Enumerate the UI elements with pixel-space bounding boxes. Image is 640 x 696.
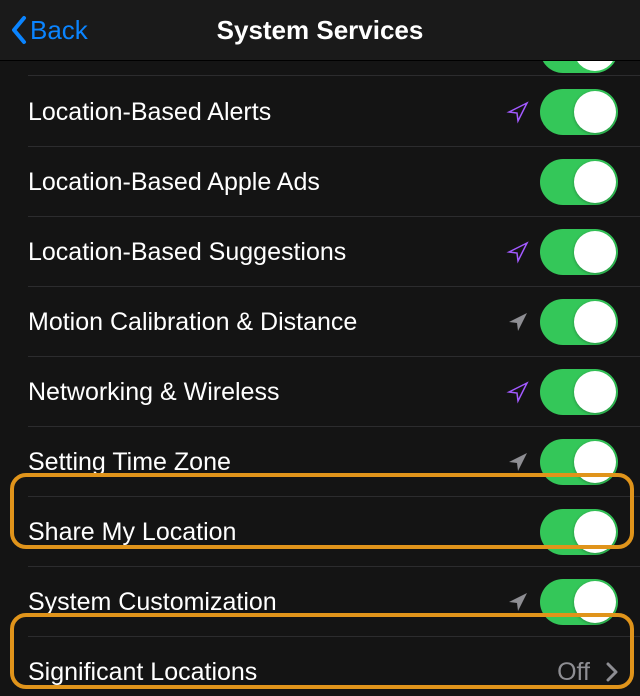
row-label: System Customization <box>28 588 506 617</box>
location-arrow-icon <box>506 380 530 404</box>
row-label: Significant Locations <box>28 658 557 687</box>
toggle-motion-calibration[interactable] <box>540 299 618 345</box>
row-system-customization: System Customization <box>0 567 640 637</box>
location-arrow-icon <box>506 100 530 124</box>
row-location-based-alerts: Location-Based Alerts <box>0 77 640 147</box>
back-button[interactable]: Back <box>0 15 88 46</box>
row-significant-locations[interactable]: Significant Locations Off <box>0 637 640 696</box>
chevron-left-icon <box>10 15 28 45</box>
page-title: System Services <box>217 15 424 46</box>
location-arrow-icon <box>506 240 530 264</box>
toggle-location-based-suggestions[interactable] <box>540 229 618 275</box>
row-location-based-apple-ads: Location-Based Apple Ads <box>0 147 640 217</box>
row-label: Setting Time Zone <box>28 448 506 477</box>
row-networking-wireless: Networking & Wireless <box>0 357 640 427</box>
toggle-setting-time-zone[interactable] <box>540 439 618 485</box>
location-arrow-icon <box>506 590 530 614</box>
back-label: Back <box>30 15 88 46</box>
row-label: Share My Location <box>28 518 540 547</box>
toggle-networking-wireless[interactable] <box>540 369 618 415</box>
row-label: Location-Based Apple Ads <box>28 168 540 197</box>
row-share-my-location: Share My Location <box>0 497 640 567</box>
chevron-right-icon <box>606 662 618 682</box>
partial-toggle-above[interactable] <box>540 61 618 73</box>
nav-bar: Back System Services <box>0 0 640 61</box>
toggle-share-my-location[interactable] <box>540 509 618 555</box>
detail-value: Off <box>557 658 590 687</box>
row-label: Motion Calibration & Distance <box>28 308 506 337</box>
row-setting-time-zone: Setting Time Zone <box>0 427 640 497</box>
row-label: Location-Based Suggestions <box>28 238 506 267</box>
row-motion-calibration: Motion Calibration & Distance <box>0 287 640 357</box>
row-label: Networking & Wireless <box>28 378 506 407</box>
row-label: Location-Based Alerts <box>28 98 506 127</box>
toggle-location-based-alerts[interactable] <box>540 89 618 135</box>
row-location-based-suggestions: Location-Based Suggestions <box>0 217 640 287</box>
toggle-system-customization[interactable] <box>540 579 618 625</box>
location-arrow-icon <box>506 310 530 334</box>
toggle-location-based-apple-ads[interactable] <box>540 159 618 205</box>
settings-list: Location-Based Alerts Location-Based App… <box>0 61 640 696</box>
location-arrow-icon <box>506 450 530 474</box>
